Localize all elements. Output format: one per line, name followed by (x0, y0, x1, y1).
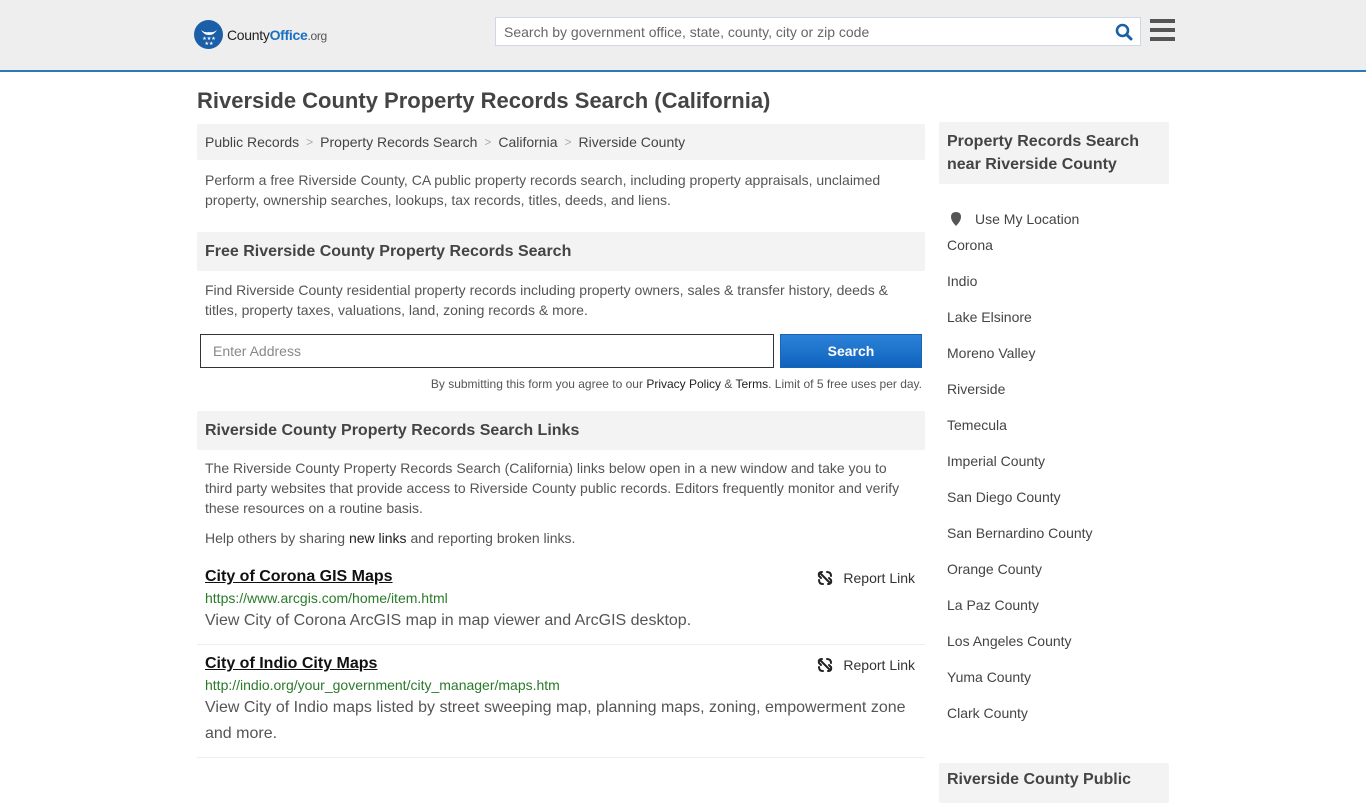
resource-link-description: View City of Indio maps listed by street… (205, 699, 906, 742)
site-header: ★★★ ★★ CountyOffice.org (0, 0, 1366, 72)
new-links-link[interactable]: new links (349, 530, 407, 546)
breadcrumb-separator: > (306, 135, 314, 149)
links-heading: Riverside County Property Records Search… (197, 411, 925, 450)
nearby-link-la-paz-county[interactable]: La Paz County (947, 597, 1039, 613)
nearby-link-moreno-valley[interactable]: Moreno Valley (947, 345, 1035, 361)
search-icon[interactable] (1110, 18, 1138, 46)
resource-link-title[interactable]: City of Indio City Maps (205, 655, 377, 672)
map-pin-icon (951, 212, 961, 226)
nearby-list: Use My Location Corona Indio Lake Elsino… (939, 201, 1169, 741)
free-search-text: Find Riverside County residential proper… (205, 282, 888, 318)
breadcrumb-riverside-county[interactable]: Riverside County (579, 134, 686, 150)
broken-link-icon (818, 658, 833, 672)
nearby-link-los-angeles-county[interactable]: Los Angeles County (947, 633, 1072, 649)
sidebar-heading: Property Records Search near Riverside C… (939, 122, 1169, 184)
address-search-form: Search (197, 334, 925, 368)
resource-link-url: http://indio.org/your_government/city_ma… (205, 677, 560, 693)
hamburger-menu-icon[interactable] (1150, 19, 1175, 41)
nearby-link-san-bernardino-county[interactable]: San Bernardino County (947, 525, 1093, 541)
nearby-link-imperial-county[interactable]: Imperial County (947, 453, 1045, 469)
resource-link-item: City of Corona GIS Maps https://www.arcg… (197, 558, 925, 645)
use-my-location-link[interactable]: Use My Location (975, 211, 1079, 227)
nearby-item: San Bernardino County (947, 525, 1161, 561)
nearby-link-corona[interactable]: Corona (947, 237, 993, 253)
nearby-item: Temecula (947, 417, 1161, 453)
nearby-item: Lake Elsinore (947, 309, 1161, 345)
nearby-item: Riverside (947, 381, 1161, 417)
address-search-button[interactable]: Search (780, 334, 922, 368)
nearby-item: Moreno Valley (947, 345, 1161, 381)
nearby-link-san-diego-county[interactable]: San Diego County (947, 489, 1061, 505)
nearby-item: Orange County (947, 561, 1161, 597)
site-search-input[interactable] (496, 18, 1110, 45)
breadcrumb-separator: > (564, 135, 572, 149)
site-logo[interactable]: ★★★ ★★ CountyOffice.org (194, 20, 327, 49)
nearby-item: Los Angeles County (947, 633, 1161, 669)
nearby-item: Indio (947, 273, 1161, 309)
nearby-link-orange-county[interactable]: Orange County (947, 561, 1042, 577)
breadcrumb-california[interactable]: California (498, 134, 557, 150)
sidebar-public-records-heading: Riverside County Public (939, 763, 1169, 803)
breadcrumb-separator: > (484, 135, 492, 149)
help-text: Help others by sharing new links and rep… (205, 530, 576, 546)
terms-link[interactable]: Terms (735, 377, 768, 391)
breadcrumb: Public Records > Property Records Search… (197, 124, 925, 160)
nearby-item: Imperial County (947, 453, 1161, 489)
resource-link-item: City of Indio City Maps http://indio.org… (197, 645, 925, 758)
main-content: Public Records > Property Records Search… (197, 124, 925, 758)
report-link-button[interactable]: Report Link (817, 570, 915, 586)
address-input[interactable] (200, 334, 774, 368)
nearby-item: La Paz County (947, 597, 1161, 633)
use-location-item: Use My Location (947, 201, 1161, 237)
breadcrumb-property-records-search[interactable]: Property Records Search (320, 134, 477, 150)
page-title: Riverside County Property Records Search… (197, 88, 771, 113)
intro-text: Perform a free Riverside County, CA publ… (205, 172, 881, 208)
nearby-link-indio[interactable]: Indio (947, 273, 977, 289)
svg-text:★★: ★★ (204, 41, 213, 46)
nearby-link-lake-elsinore[interactable]: Lake Elsinore (947, 309, 1032, 325)
links-intro-text: The Riverside County Property Records Se… (205, 460, 900, 516)
privacy-policy-link[interactable]: Privacy Policy (646, 377, 721, 391)
broken-link-icon (818, 571, 833, 585)
form-disclaimer: By submitting this form you agree to our… (430, 377, 922, 391)
nearby-link-riverside[interactable]: Riverside (947, 381, 1005, 397)
nearby-link-temecula[interactable]: Temecula (947, 417, 1007, 433)
resource-link-title[interactable]: City of Corona GIS Maps (205, 568, 393, 585)
site-search (495, 17, 1141, 46)
nearby-item: Yuma County (947, 669, 1161, 705)
nearby-link-clark-county[interactable]: Clark County (947, 705, 1028, 721)
nearby-item: San Diego County (947, 489, 1161, 525)
nearby-item: Corona (947, 237, 1161, 273)
logo-text: CountyOffice.org (227, 26, 327, 43)
report-link-button[interactable]: Report Link (817, 657, 915, 673)
nearby-link-yuma-county[interactable]: Yuma County (947, 669, 1031, 685)
sidebar: Property Records Search near Riverside C… (939, 122, 1169, 803)
free-search-heading: Free Riverside County Property Records S… (197, 232, 925, 271)
breadcrumb-public-records[interactable]: Public Records (205, 134, 299, 150)
resource-link-description: View City of Corona ArcGIS map in map vi… (205, 612, 692, 629)
eagle-logo-icon: ★★★ ★★ (194, 20, 223, 49)
resource-link-url: https://www.arcgis.com/home/item.html (205, 590, 448, 606)
nearby-item: Clark County (947, 705, 1161, 741)
